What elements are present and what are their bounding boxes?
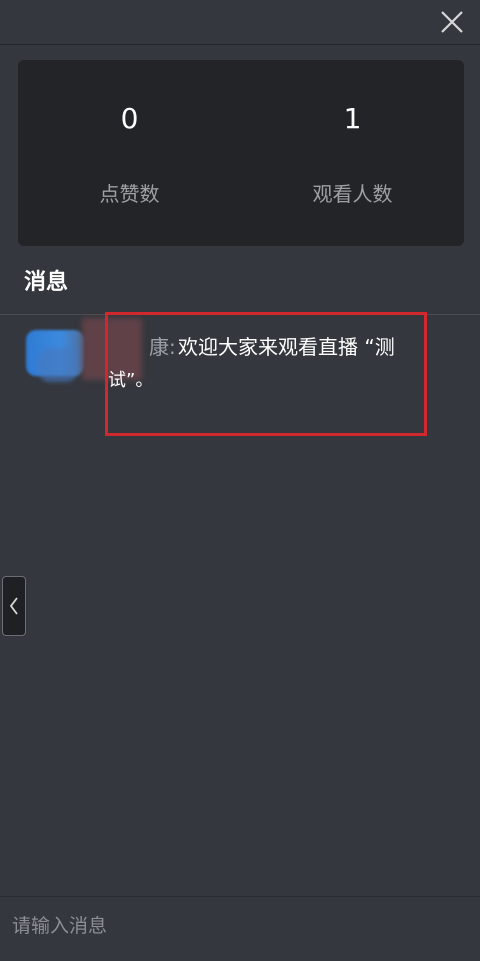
viewers-label: 观看人数 bbox=[312, 182, 393, 206]
stats-card: 0 点赞数 1 观看人数 bbox=[18, 60, 464, 246]
close-icon bbox=[441, 11, 463, 33]
chevron-left-icon bbox=[9, 597, 18, 615]
likes-label: 点赞数 bbox=[99, 182, 160, 206]
message-input[interactable] bbox=[10, 907, 474, 945]
likes-stat: 0 点赞数 bbox=[18, 60, 241, 246]
viewers-stat: 1 观看人数 bbox=[241, 60, 464, 246]
messages-title: 消息 bbox=[24, 270, 69, 295]
collapse-panel-button[interactable] bbox=[2, 576, 26, 636]
close-button[interactable] bbox=[438, 8, 466, 36]
message-input-area bbox=[0, 896, 480, 961]
title-bar bbox=[0, 0, 480, 45]
live-panel: 0 点赞数 1 观看人数 消息 康: 欢迎大家来观看直播 “测 试”。 bbox=[0, 0, 480, 961]
highlight-annotation bbox=[105, 312, 427, 436]
avatar-blur bbox=[38, 348, 78, 382]
viewers-count: 1 bbox=[343, 102, 362, 135]
likes-count: 0 bbox=[120, 102, 139, 135]
